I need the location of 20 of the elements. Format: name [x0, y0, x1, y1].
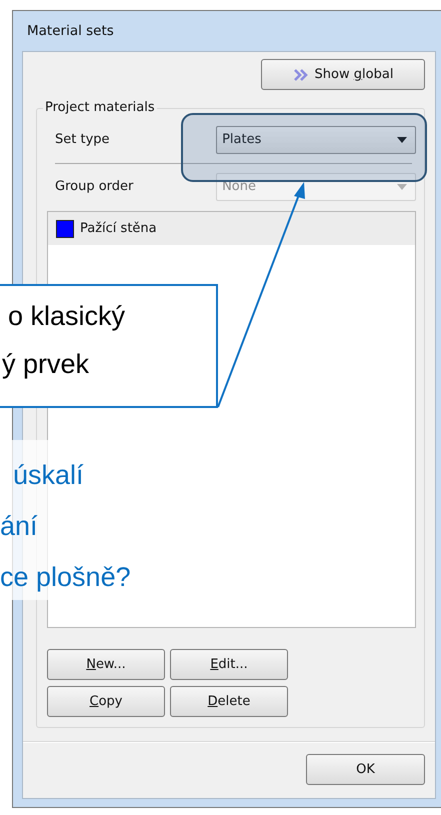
action-button[interactable]: Delete	[170, 686, 288, 717]
field-label: Set type	[54, 132, 111, 148]
field-label: Group order	[54, 179, 134, 194]
note-text: ání	[0, 510, 39, 543]
dropdown-arrow-icon	[397, 136, 407, 143]
action-button[interactable]: Edit...	[170, 649, 288, 680]
double-chevron-icon	[292, 68, 309, 80]
show-global-button[interactable]: Show global	[261, 59, 425, 90]
callout-text: o klasický	[8, 300, 126, 333]
dropdown[interactable]: Plates	[216, 126, 416, 154]
list-item[interactable]: Pažící stěna	[48, 212, 415, 246]
ok-button[interactable]: OK	[306, 754, 425, 785]
note-text: úskalí	[12, 459, 85, 492]
group-title: Project materials	[43, 100, 157, 116]
note-text: ce plošně?	[0, 561, 132, 594]
window-title: Material sets	[27, 23, 114, 39]
action-button[interactable]: New...	[47, 649, 165, 680]
dropdown-arrow-icon	[397, 184, 407, 190]
callout-text: ý prvek	[2, 348, 90, 381]
action-button[interactable]: Copy	[47, 686, 165, 717]
